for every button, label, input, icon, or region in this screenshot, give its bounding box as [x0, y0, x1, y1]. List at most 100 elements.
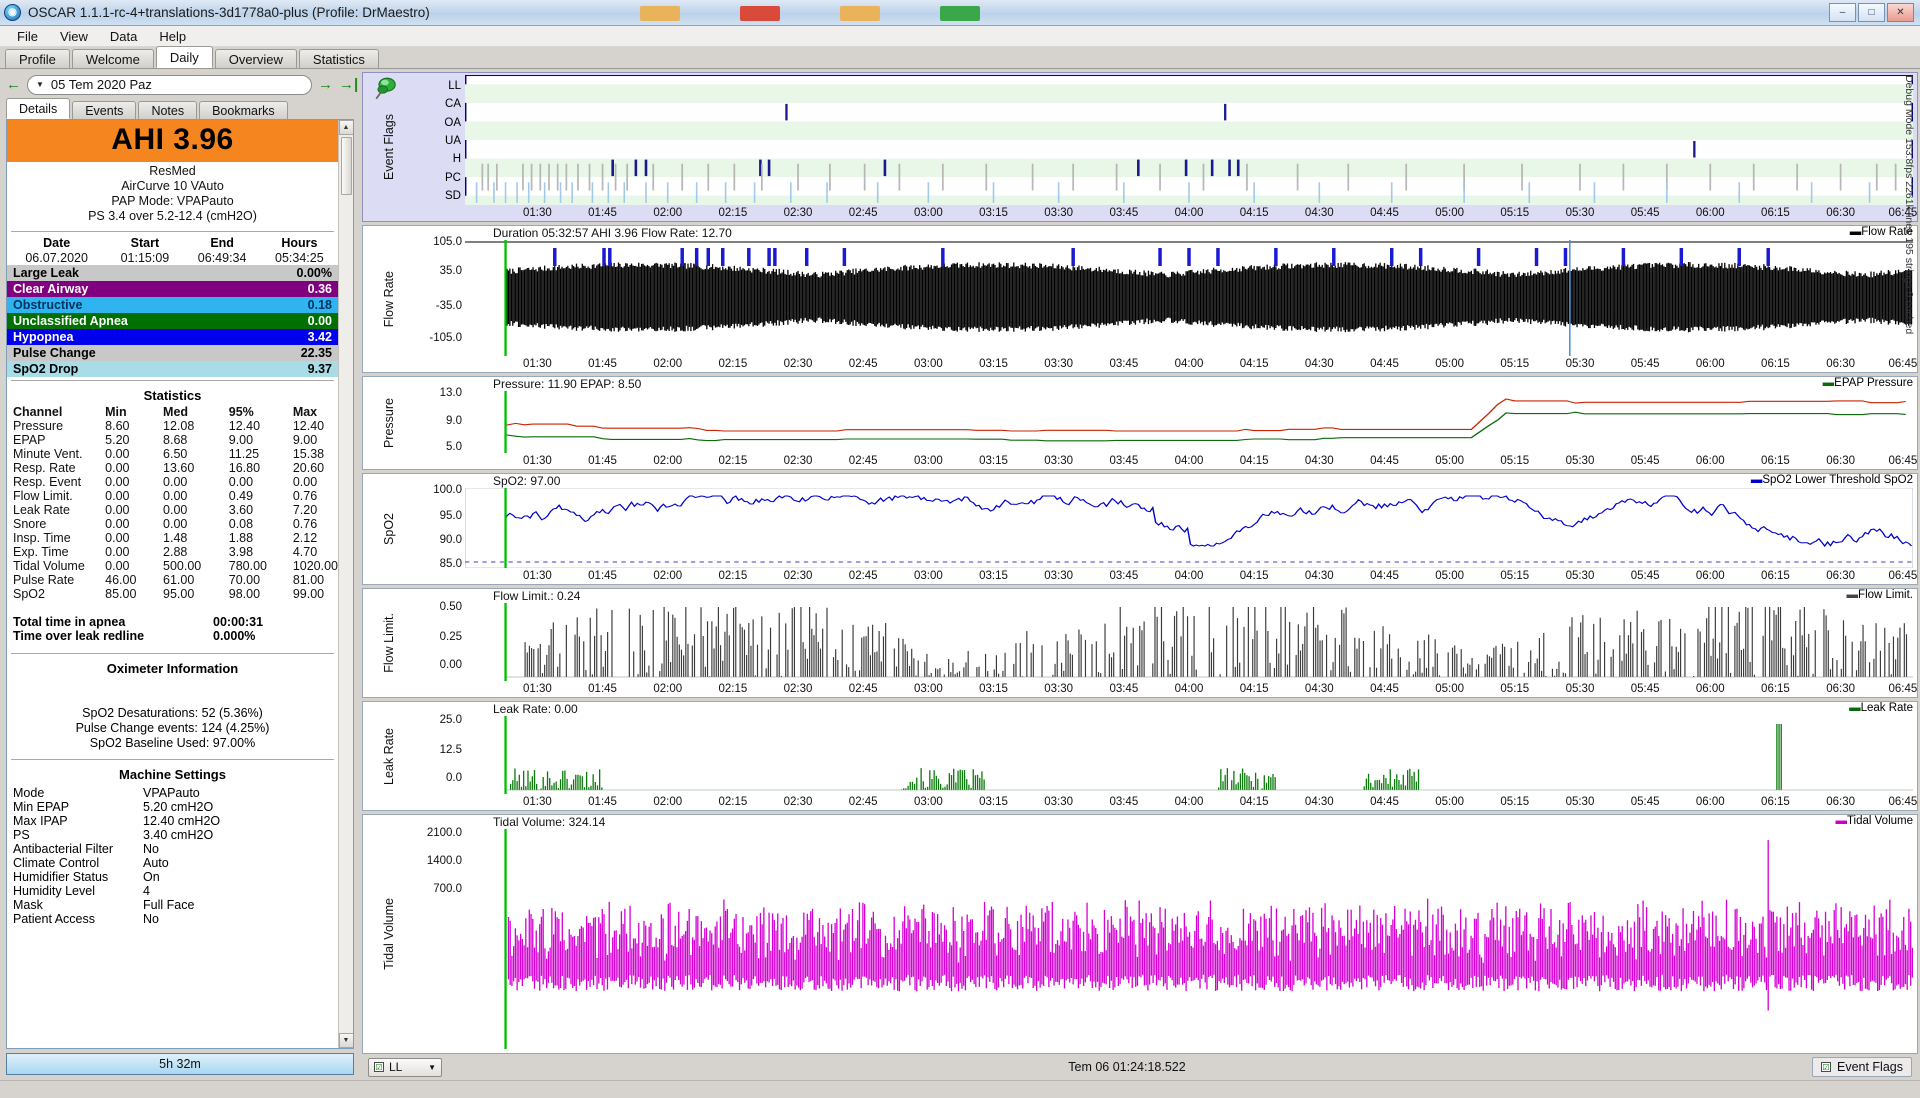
flag-label-sd: SD [445, 190, 461, 203]
channel-selector[interactable]: ☑ LL ▼ [368, 1057, 442, 1077]
x-tick: 06:30 [1826, 570, 1855, 582]
tidal-volume-canvas[interactable] [465, 829, 1913, 1049]
x-tick: 01:30 [523, 455, 552, 467]
event-flags-plot-area[interactable]: LL CA OA UA H PC SD 01:30 01:45 02:00 02… [415, 73, 1917, 221]
menu-item-help[interactable]: Help [148, 27, 197, 46]
tab-profile[interactable]: Profile [5, 49, 70, 68]
flow-rate-title: Duration 05:32:57 AHI 3.96 Flow Rate: 12… [493, 226, 732, 240]
menu-item-data[interactable]: Data [99, 27, 148, 46]
leak-rate-plot-area[interactable]: Leak Rate: 0.00 ▬Leak Rate 25.0 12.5 0.0 [415, 702, 1917, 810]
machine-model: AirCurve 10 VAuto [121, 179, 224, 193]
stats-header-med: Med [163, 405, 189, 419]
pressure-canvas[interactable] [465, 391, 1913, 453]
x-tick: 02:30 [783, 683, 813, 695]
stats-channel: Resp. Event [13, 475, 82, 489]
checkbox-icon[interactable]: ☑ [1820, 1062, 1831, 1072]
y-tick: 105.0 [433, 236, 462, 248]
x-tick: 05:15 [1500, 796, 1530, 808]
tab-overview[interactable]: Overview [214, 49, 297, 68]
arrow-right-icon[interactable]: → [318, 76, 333, 93]
menu-item-file[interactable]: File [6, 27, 49, 46]
tab-welcome[interactable]: Welcome [71, 49, 154, 68]
divider [11, 380, 334, 381]
flow-rate-plot-area[interactable]: Duration 05:32:57 AHI 3.96 Flow Rate: 12… [415, 226, 1917, 372]
x-tick: 02:15 [718, 570, 748, 582]
stats-med: 500.00 [163, 559, 202, 573]
x-tick: 05:15 [1500, 683, 1530, 695]
tab-statistics[interactable]: Statistics [298, 49, 379, 68]
flow-limit-side: Flow Limit. [363, 589, 415, 697]
subtab-details[interactable]: Details [6, 98, 71, 119]
event-flags-side: Event Flags [363, 73, 415, 221]
menu-item-view[interactable]: View [49, 27, 99, 46]
y-tick: 9.0 [446, 415, 462, 427]
stats-max: 1020.00 [292, 559, 338, 573]
pushpin-icon[interactable] [373, 76, 399, 102]
event-flags-toggle[interactable]: ☑ Event Flags [1811, 1057, 1912, 1077]
x-tick: 02:15 [718, 796, 748, 808]
graph-flow-limit[interactable]: Flow Limit. Flow Limit.: 0.24 ▬Flow Limi… [362, 588, 1918, 698]
y-tick: 13.0 [439, 387, 462, 399]
stats-min: 0.00 [105, 531, 130, 545]
x-tick: 01:30 [523, 207, 552, 219]
status-bar [0, 1080, 1920, 1098]
stats-channel: Tidal Volume [13, 559, 85, 573]
spo2-plot-area[interactable]: SpO2: 97.00 ▬SpO2 Lower Threshold SpO2 1… [415, 474, 1917, 584]
leak-rate-canvas[interactable] [465, 716, 1913, 794]
x-tick: 06:15 [1761, 358, 1790, 370]
x-tick: 01:45 [588, 570, 617, 582]
scroll-up-icon[interactable]: ▲ [338, 120, 353, 135]
x-tick: 04:00 [1174, 570, 1204, 582]
subtab-notes[interactable]: Notes [138, 101, 198, 119]
scroll-down-icon[interactable]: ▼ [338, 1033, 353, 1048]
graph-event-flags[interactable]: Event Flags LL CA OA UA H PC SD 01:30 01… [362, 72, 1918, 222]
tidal-volume-label: Tidal Volume [382, 898, 396, 970]
legend-label: Flow Limit. [1858, 589, 1913, 601]
stats-p95: 3.60 [228, 503, 254, 517]
minimize-button[interactable]: – [1829, 3, 1856, 22]
x-tick: 06:15 [1761, 207, 1790, 219]
x-tick: 03:45 [1109, 207, 1139, 219]
stats-p95: 780.00 [228, 559, 267, 573]
setting-row: Humidity Level 4 [7, 884, 338, 898]
flow-limit-plot-area[interactable]: Flow Limit.: 0.24 ▬Flow Limit. 0.50 0.25… [415, 589, 1917, 697]
x-tick: 03:30 [1044, 683, 1074, 695]
close-button[interactable]: ✕ [1887, 3, 1914, 22]
graph-flow-rate[interactable]: Flow Rate Duration 05:32:57 AHI 3.96 Flo… [362, 225, 1918, 373]
subtab-events[interactable]: Events [72, 101, 137, 119]
arrow-left-icon[interactable]: ← [6, 76, 21, 93]
graph-spo2[interactable]: SpO2 SpO2: 97.00 ▬SpO2 Lower Threshold S… [362, 473, 1918, 585]
checkbox-icon[interactable]: ☑ [374, 1062, 384, 1072]
subtab-bookmarks[interactable]: Bookmarks [199, 101, 288, 119]
stats-p95: 11.25 [228, 447, 260, 461]
tidal-volume-plot-area[interactable]: Tidal Volume: 324.14 ▬Tidal Volume 2100.… [415, 815, 1917, 1053]
graph-leak-rate[interactable]: Leak Rate Leak Rate: 0.00 ▬Leak Rate 25.… [362, 701, 1918, 811]
flow-limit-canvas[interactable] [465, 603, 1913, 681]
arrow-right-end-icon[interactable]: →| [339, 76, 358, 93]
legend-label: Flow Rate [1861, 226, 1913, 238]
graph-pressure[interactable]: Pressure Pressure: 11.90 EPAP: 8.50 ▬EPA… [362, 376, 1918, 470]
pressure-plot-area[interactable]: Pressure: 11.90 EPAP: 8.50 ▬EPAP Pressur… [415, 377, 1917, 469]
x-tick: 04:00 [1174, 455, 1204, 467]
flow-rate-canvas[interactable] [465, 240, 1913, 356]
details-scrollbar[interactable]: ▲ ▼ [338, 120, 353, 1048]
x-tick: 05:00 [1435, 796, 1465, 808]
x-tick: 02:30 [783, 796, 813, 808]
session-hours-bar[interactable]: 5h 32m [6, 1053, 354, 1075]
stats-min: 85.00 [105, 587, 137, 601]
table-row: Snore 0.00 0.00 0.08 0.76 [7, 517, 338, 531]
x-tick: 06:30 [1826, 455, 1855, 467]
event-flags-canvas[interactable] [465, 75, 1913, 205]
spo2-canvas[interactable] [465, 488, 1913, 568]
x-tick: 02:45 [848, 455, 878, 467]
y-tick: 700.0 [433, 883, 462, 895]
setting-key: Climate Control [13, 856, 100, 870]
tab-daily[interactable]: Daily [155, 46, 213, 68]
maximize-button[interactable]: □ [1858, 3, 1885, 22]
date-selector[interactable]: ▼ 05 Tem 2020 Paz [27, 74, 312, 95]
chevron-down-icon: ▼ [36, 80, 44, 89]
scrollbar-thumb[interactable] [340, 137, 352, 195]
x-tick: 06:30 [1826, 358, 1855, 370]
x-tick: 03:30 [1044, 796, 1074, 808]
graph-tidal-volume[interactable]: Tidal Volume Tidal Volume: 324.14 ▬Tidal… [362, 814, 1918, 1054]
